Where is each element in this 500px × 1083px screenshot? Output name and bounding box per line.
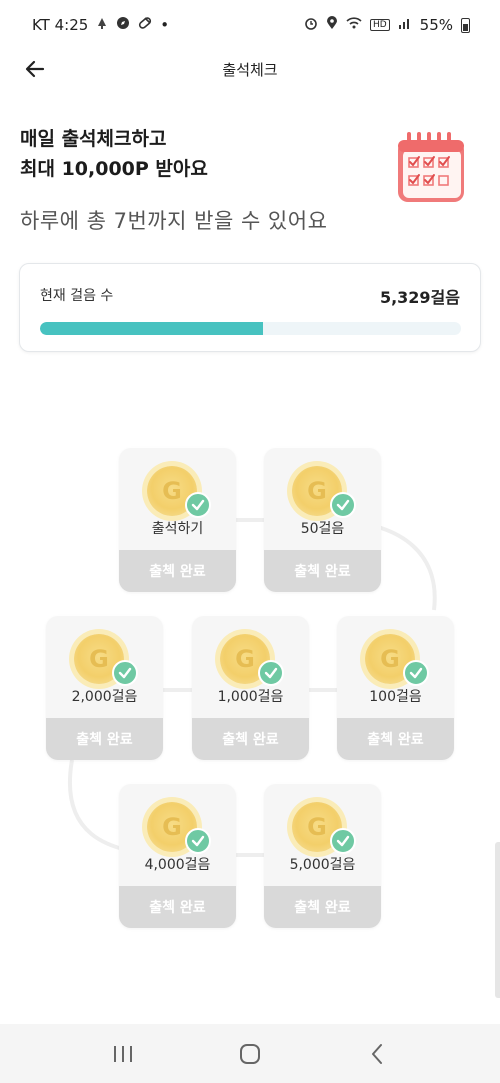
coin-letter: G xyxy=(162,477,182,505)
carrier-time: KT 4:25 xyxy=(32,16,89,34)
reward-card-attendance[interactable]: G 출석하기 출첵 완료 xyxy=(119,448,236,592)
intro-subline: 하루에 총 7번까지 받을 수 있어요 xyxy=(20,209,328,233)
steps-progress-fill xyxy=(40,322,264,335)
reward-card-5000-steps[interactable]: G 5,000걸음 출첵 완료 xyxy=(264,784,381,928)
home-icon xyxy=(239,1043,260,1064)
calendar-icon xyxy=(398,132,464,202)
check-icon xyxy=(185,492,211,518)
reward-card-100-steps[interactable]: G 100걸음 출첵 완료 xyxy=(337,616,454,760)
steps-label: 현재 걸음 수 xyxy=(40,288,114,304)
check-icon xyxy=(330,828,356,854)
status-dot: • xyxy=(160,16,170,34)
status-bar: KT 4:25 • HD 55% xyxy=(0,0,500,50)
network-badge: HD xyxy=(369,19,390,31)
arrow-left-icon xyxy=(25,60,45,78)
system-back-button[interactable] xyxy=(357,1034,397,1074)
reward-label: 5,000걸음 xyxy=(289,857,356,873)
coin-letter: G xyxy=(380,645,400,673)
back-icon xyxy=(371,1043,382,1064)
reward-status: 출첵 완료 xyxy=(46,718,163,760)
coin-letter: G xyxy=(89,645,109,673)
check-icon xyxy=(185,828,211,854)
reward-card-4000-steps[interactable]: G 4,000걸음 출첵 완료 xyxy=(119,784,236,928)
reward-label: 100걸음 xyxy=(369,689,422,705)
location-icon xyxy=(326,16,338,34)
alarm-icon xyxy=(304,16,318,34)
scroll-handle[interactable] xyxy=(495,842,500,998)
reward-label: 출석하기 xyxy=(151,521,204,537)
recent-apps-icon xyxy=(114,1045,133,1062)
reward-status: 출첵 완료 xyxy=(264,550,381,592)
intro-headline: 매일 출석체크하고 최대 10,000P 받아요 xyxy=(20,128,208,180)
status-right: HD 55% xyxy=(304,16,470,34)
reward-label: 2,000걸음 xyxy=(71,689,138,705)
reward-label: 50걸음 xyxy=(300,521,345,537)
reward-status: 출첵 완료 xyxy=(264,886,381,928)
page-title: 출석체크 xyxy=(222,60,278,79)
reward-card-50-steps[interactable]: G 50걸음 출첵 완료 xyxy=(264,448,381,592)
system-nav-bar xyxy=(0,1024,500,1083)
steps-card: 현재 걸음 수 5,329걸음 xyxy=(19,263,481,352)
reward-status: 출첵 완료 xyxy=(192,718,309,760)
pill-icon xyxy=(138,16,152,34)
home-button[interactable] xyxy=(230,1034,270,1074)
compass-icon xyxy=(116,16,130,34)
coin-letter: G xyxy=(235,645,255,673)
signal-icon xyxy=(398,16,412,34)
recent-apps-button[interactable] xyxy=(103,1034,143,1074)
reward-status: 출첵 완료 xyxy=(119,550,236,592)
check-icon xyxy=(258,660,284,686)
battery-percent: 55% xyxy=(419,16,453,34)
reward-card-2000-steps[interactable]: G 2,000걸음 출첵 완료 xyxy=(46,616,163,760)
notification-icon xyxy=(96,16,108,34)
coin-letter: G xyxy=(307,813,327,841)
coin-letter: G xyxy=(307,477,327,505)
steps-value: 5,329걸음 xyxy=(379,288,460,307)
reward-label: 4,000걸음 xyxy=(144,857,211,873)
battery-icon xyxy=(461,17,470,33)
coin-letter: G xyxy=(162,813,182,841)
status-left: KT 4:25 • xyxy=(32,16,169,34)
app-bar: 출석체크 xyxy=(0,50,500,88)
reward-status: 출첵 완료 xyxy=(119,886,236,928)
check-icon xyxy=(403,660,429,686)
reward-card-1000-steps[interactable]: G 1,000걸음 출첵 완료 xyxy=(192,616,309,760)
check-icon xyxy=(330,492,356,518)
reward-status: 출첵 완료 xyxy=(337,718,454,760)
back-button[interactable] xyxy=(20,54,50,84)
check-icon xyxy=(112,660,138,686)
wifi-icon xyxy=(346,16,362,34)
steps-progress-bar xyxy=(40,322,461,335)
reward-label: 1,000걸음 xyxy=(217,689,284,705)
